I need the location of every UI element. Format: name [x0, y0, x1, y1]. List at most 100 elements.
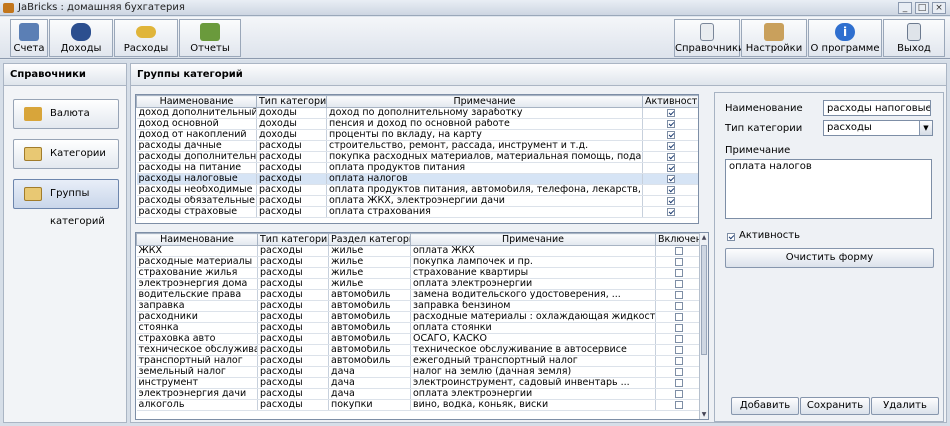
add-button[interactable]: Добавить: [731, 397, 799, 415]
close-button[interactable]: ×: [932, 2, 946, 14]
column-header[interactable]: Тип категории: [257, 233, 329, 246]
column-header[interactable]: Раздел категории: [328, 233, 411, 246]
column-header[interactable]: Примечание: [326, 95, 643, 108]
table-cell: расходы обязательные: [136, 195, 257, 207]
include-checkbox[interactable]: [674, 246, 683, 255]
include-checkbox[interactable]: [674, 312, 683, 321]
table-row[interactable]: водительские права расходы автомобиль замен…: [136, 289, 702, 301]
category-groups-table[interactable]: Наименование Тип категории Примечание Актив…: [135, 94, 699, 224]
toolbar-reports-button[interactable]: Отчеты: [179, 19, 241, 57]
active-checkbox[interactable]: [666, 174, 675, 183]
directories-icon: [700, 23, 714, 41]
app-icon: [3, 3, 14, 13]
table-row[interactable]: алкоголь расходы покупки вино, водка, конья…: [136, 399, 702, 411]
toolbar-accounts-button[interactable]: Счета: [10, 19, 48, 57]
categories-scrollbar[interactable]: ▲ ▼: [699, 233, 708, 419]
scroll-up-icon[interactable]: ▲: [700, 233, 708, 242]
table-cell: [655, 366, 702, 378]
table-row[interactable]: инструмент расходы дача электроинструмент, …: [136, 377, 702, 389]
include-checkbox[interactable]: [674, 389, 683, 398]
table-row[interactable]: расходы обязательные расходы оплата ЖКХ, э…: [136, 195, 698, 207]
toolbar-settings-button[interactable]: Настройки: [741, 19, 807, 57]
sidebar-item-category-groups[interactable]: Группы категорий: [13, 179, 119, 227]
toolbar-directories-button[interactable]: Справочники: [674, 19, 745, 57]
type-select[interactable]: расходы ▼: [823, 120, 933, 136]
column-header[interactable]: Активность: [642, 95, 698, 108]
active-checkbox[interactable]: [666, 163, 675, 172]
column-header[interactable]: Наименование: [136, 95, 257, 108]
table-cell: автомобиль: [328, 333, 411, 345]
table-row[interactable]: электроэнергия дачи расходы дача оплата эле…: [136, 388, 702, 400]
table-row[interactable]: расходы дополнительные расходы покупка рас…: [136, 151, 698, 163]
scroll-thumb[interactable]: [701, 245, 707, 355]
table-row[interactable]: ЖКХ расходы жилье оплата ЖКХ: [136, 245, 702, 257]
table-row[interactable]: расходы налоговые расходы оплата налогов: [136, 173, 698, 185]
include-checkbox[interactable]: [674, 400, 683, 409]
scroll-down-icon[interactable]: ▼: [700, 410, 708, 419]
table-cell: оплата страхования: [326, 206, 643, 218]
active-checkbox[interactable]: [666, 108, 675, 117]
table-cell: оплата ЖКХ: [410, 245, 656, 257]
include-checkbox[interactable]: [674, 301, 683, 310]
active-checkbox[interactable]: [727, 233, 735, 241]
table-row[interactable]: страхование жилья расходы жилье страхование…: [136, 267, 702, 279]
include-checkbox[interactable]: [674, 367, 683, 376]
sidebar-item-currency[interactable]: Валюта: [13, 99, 119, 129]
toolbar-expenses-button[interactable]: Расходы: [114, 19, 178, 57]
table-row[interactable]: расходные материалы расходы жилье покупка л…: [136, 256, 702, 268]
maximize-button[interactable]: □: [915, 2, 929, 14]
sidebar-item-categories[interactable]: Категории: [13, 139, 119, 169]
column-header[interactable]: Наименование: [136, 233, 258, 246]
include-checkbox[interactable]: [674, 323, 683, 332]
table-row[interactable]: расходники расходы автомобиль расходные мат…: [136, 311, 702, 323]
table-cell: оплата налогов: [326, 173, 643, 185]
table-row[interactable]: страховка авто расходы автомобиль ОСАГО, КА…: [136, 333, 702, 345]
table-row[interactable]: доход основной доходы пенсия и доход по ос…: [136, 118, 698, 130]
delete-button[interactable]: Удалить: [871, 397, 939, 415]
minimize-button[interactable]: _: [898, 2, 912, 14]
table-row[interactable]: техническое обслуживаниерасходыавтомобил…: [136, 344, 702, 356]
table-cell: страхование квартиры: [410, 267, 656, 279]
categories-table[interactable]: НаименованиеТип категорииРаздел категори…: [135, 232, 709, 420]
table-row[interactable]: расходы дачные расходы строительство, ремо…: [136, 140, 698, 152]
table-row[interactable]: стоянка расходы автомобиль оплата стоянки: [136, 322, 702, 334]
active-checkbox[interactable]: [666, 141, 675, 150]
save-button[interactable]: Сохранить: [800, 397, 870, 415]
table-row[interactable]: доход дополнительный доходы доход по допол…: [136, 107, 698, 119]
include-checkbox[interactable]: [674, 334, 683, 343]
note-textarea[interactable]: оплата налогов: [725, 159, 932, 219]
include-checkbox[interactable]: [674, 356, 683, 365]
active-checkbox[interactable]: [666, 185, 675, 194]
include-checkbox[interactable]: [674, 279, 683, 288]
table-cell: расходные материалы: [136, 256, 258, 268]
column-header[interactable]: Тип категории: [256, 95, 327, 108]
include-checkbox[interactable]: [674, 378, 683, 387]
include-checkbox[interactable]: [674, 345, 683, 354]
table-cell: [642, 129, 698, 141]
table-row[interactable]: расходы на питание расходы оплата продукто…: [136, 162, 698, 174]
active-checkbox[interactable]: [666, 207, 675, 216]
include-checkbox[interactable]: [674, 257, 683, 266]
table-row[interactable]: заправка расходы автомобиль заправка бензин…: [136, 300, 702, 312]
toolbar-exit-button[interactable]: Выход: [883, 19, 945, 57]
include-checkbox[interactable]: [674, 268, 683, 277]
toolbar-about-button[interactable]: i О программе: [808, 19, 882, 57]
settings-icon: [764, 23, 784, 41]
active-checkbox[interactable]: [666, 196, 675, 205]
chevron-down-icon[interactable]: ▼: [919, 121, 932, 135]
table-row[interactable]: расходы необходимые расходы оплата продукт…: [136, 184, 698, 196]
table-row[interactable]: расходы страховые расходы оплата страхован…: [136, 206, 698, 218]
table-row[interactable]: транспортный налог расходы автомобиль ежего…: [136, 355, 702, 367]
name-field[interactable]: [823, 100, 931, 116]
column-header[interactable]: Включение: [655, 233, 702, 246]
include-checkbox[interactable]: [674, 290, 683, 299]
active-checkbox[interactable]: [666, 130, 675, 139]
toolbar-income-button[interactable]: Доходы: [49, 19, 113, 57]
clear-form-button[interactable]: Очистить форму: [725, 248, 934, 268]
table-row[interactable]: земельный налог расходы дача налог на землю…: [136, 366, 702, 378]
table-row[interactable]: доход от накоплений доходы проценты по вкл…: [136, 129, 698, 141]
active-checkbox[interactable]: [666, 119, 675, 128]
column-header[interactable]: Примечание: [410, 233, 656, 246]
table-row[interactable]: электроэнергия дома расходы жилье оплата эл…: [136, 278, 702, 290]
active-checkbox[interactable]: [666, 152, 675, 161]
